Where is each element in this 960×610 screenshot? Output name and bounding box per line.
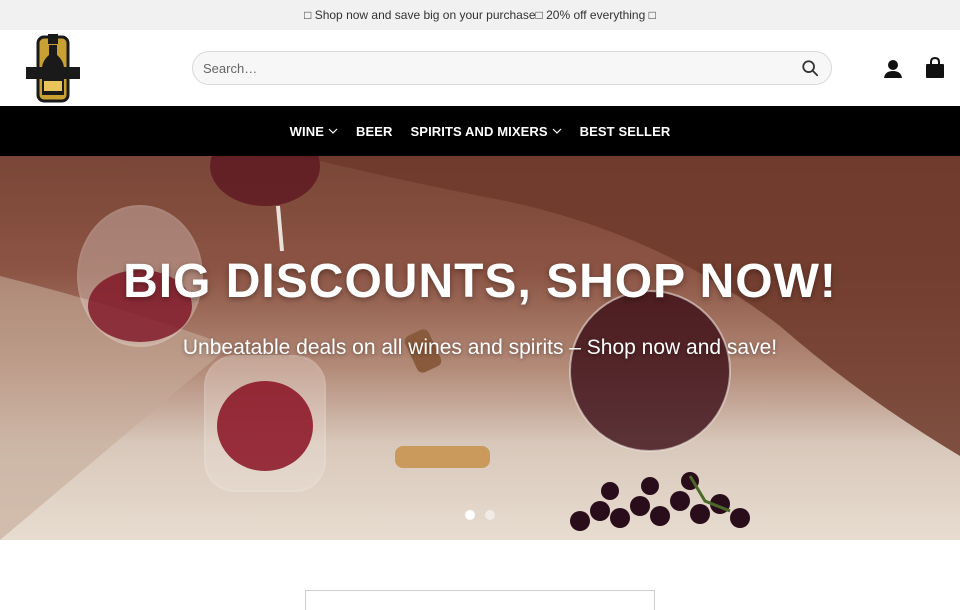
nav-item-label: BEER [356,123,393,139]
main-nav: WINE BEER SPIRITS AND MIXERS BEST SELLER [0,106,960,156]
nav-item-beer[interactable]: BEER [356,124,393,139]
cart-icon[interactable] [923,56,947,80]
nav-item-best-seller[interactable]: BEST SELLER [580,124,671,139]
content-box [305,590,655,610]
hero-banner[interactable]: BIG DISCOUNTS, SHOP NOW! Unbeatable deal… [0,156,960,540]
nav-item-label: BEST SELLER [579,123,671,139]
nav-item-spirits-and-mixers[interactable]: SPIRITS AND MIXERS [411,124,562,139]
account-icon[interactable] [882,58,904,80]
nav-item-label: SPIRITS AND MIXERS [410,123,548,139]
promo-text: □ Shop now and save big on your purchase… [304,8,656,22]
search-icon[interactable] [799,57,821,79]
promo-bar: □ Shop now and save big on your purchase… [0,0,960,30]
slider-dot[interactable] [465,510,475,520]
hero-subtitle: Unbeatable deals on all wines and spirit… [182,336,778,359]
search-input[interactable] [203,60,799,76]
nav-item-label: WINE [289,123,324,139]
nav-item-wine[interactable]: WINE [290,124,338,139]
chevron-down-icon [328,128,338,134]
bottle-logo[interactable] [24,33,82,105]
chevron-down-icon [552,128,562,134]
slider-dots [0,510,960,520]
search-bar [192,51,832,85]
slider-dot[interactable] [485,510,495,520]
hero-title: BIG DISCOUNTS, SHOP NOW! [123,255,837,308]
header [0,30,960,106]
